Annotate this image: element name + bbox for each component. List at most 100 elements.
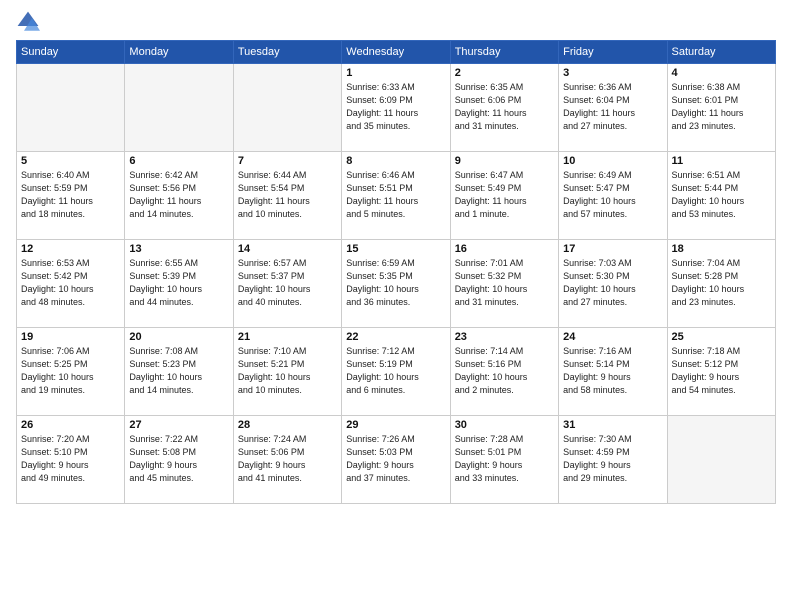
calendar-week-2: 5Sunrise: 6:40 AMSunset: 5:59 PMDaylight… (17, 152, 776, 240)
calendar-cell: 4Sunrise: 6:38 AMSunset: 6:01 PMDaylight… (667, 64, 775, 152)
day-number: 18 (672, 243, 771, 255)
weekday-header-friday: Friday (559, 41, 667, 64)
calendar-week-5: 26 Sunrise: 7:20 AMSunset: 5:10 PMDayligh… (17, 416, 776, 504)
calendar-cell (17, 64, 125, 152)
day-number: 27 (129, 419, 228, 431)
day-info: Sunrise: 7:01 AMSunset: 5:32 PMDaylight:… (455, 257, 554, 309)
day-number: 9 (455, 155, 554, 167)
day-info: Sunrise: 6:46 AMSunset: 5:51 PMDaylight:… (346, 169, 445, 221)
day-number: 10 (563, 155, 662, 167)
calendar-week-1: 1Sunrise: 6:33 AMSunset: 6:09 PMDaylight… (17, 64, 776, 152)
day-number: 8 (346, 155, 445, 167)
day-number: 12 (21, 243, 120, 255)
main-container: SundayMondayTuesdayWednesdayThursdayFrid… (0, 0, 792, 510)
day-info: Sunrise: 7:18 AMSunset: 5:12 PMDaylight:… (672, 345, 771, 397)
calendar-cell: 12 Sunrise: 6:53 AMSunset: 5:42 PMDayligh… (17, 240, 125, 328)
day-info: Sunrise: 7:03 AMSunset: 5:30 PMDaylight:… (563, 257, 662, 309)
weekday-header-saturday: Saturday (667, 41, 775, 64)
calendar-cell: 31 Sunrise: 7:30 AMSunset: 4:59 PMDayligh… (559, 416, 667, 504)
day-info: Sunrise: 7:12 AMSunset: 5:19 PMDaylight:… (346, 345, 445, 397)
day-info: Sunrise: 6:47 AMSunset: 5:49 PMDaylight:… (455, 169, 554, 221)
weekday-header-wednesday: Wednesday (342, 41, 450, 64)
calendar-cell: 1Sunrise: 6:33 AMSunset: 6:09 PMDaylight… (342, 64, 450, 152)
day-number: 17 (563, 243, 662, 255)
day-number: 16 (455, 243, 554, 255)
day-info: Sunrise: 7:14 AMSunset: 5:16 PMDaylight:… (455, 345, 554, 397)
day-number: 23 (455, 331, 554, 343)
day-info: Sunrise: 6:51 AMSunset: 5:44 PMDaylight:… (672, 169, 771, 221)
day-info: Sunrise: 6:55 AMSunset: 5:39 PMDaylight:… (129, 257, 228, 309)
day-info: Sunrise: 7:26 AMSunset: 5:03 PMDaylight:… (346, 433, 445, 485)
calendar-cell: 21 Sunrise: 7:10 AMSunset: 5:21 PMDayligh… (233, 328, 341, 416)
day-number: 14 (238, 243, 337, 255)
calendar-cell: 30 Sunrise: 7:28 AMSunset: 5:01 PMDayligh… (450, 416, 558, 504)
day-number: 26 (21, 419, 120, 431)
day-number: 28 (238, 419, 337, 431)
day-number: 2 (455, 67, 554, 79)
day-number: 29 (346, 419, 445, 431)
day-info: Sunrise: 6:36 AMSunset: 6:04 PMDaylight:… (563, 81, 662, 133)
day-info: Sunrise: 7:28 AMSunset: 5:01 PMDaylight:… (455, 433, 554, 485)
day-info: Sunrise: 6:38 AMSunset: 6:01 PMDaylight:… (672, 81, 771, 133)
day-info: Sunrise: 6:53 AMSunset: 5:42 PMDaylight:… (21, 257, 120, 309)
day-info: Sunrise: 7:24 AMSunset: 5:06 PMDaylight:… (238, 433, 337, 485)
calendar-cell: 9 Sunrise: 6:47 AMSunset: 5:49 PMDaylight… (450, 152, 558, 240)
calendar-cell: 11 Sunrise: 6:51 AMSunset: 5:44 PMDayligh… (667, 152, 775, 240)
day-info: Sunrise: 7:30 AMSunset: 4:59 PMDaylight:… (563, 433, 662, 485)
day-number: 20 (129, 331, 228, 343)
day-info: Sunrise: 6:59 AMSunset: 5:35 PMDaylight:… (346, 257, 445, 309)
weekday-header-tuesday: Tuesday (233, 41, 341, 64)
calendar-cell: 18 Sunrise: 7:04 AMSunset: 5:28 PMDayligh… (667, 240, 775, 328)
calendar-cell: 25 Sunrise: 7:18 AMSunset: 5:12 PMDayligh… (667, 328, 775, 416)
calendar-cell (233, 64, 341, 152)
calendar-cell: 24Sunrise: 7:16 AMSunset: 5:14 PMDayligh… (559, 328, 667, 416)
day-number: 19 (21, 331, 120, 343)
day-info: Sunrise: 7:08 AMSunset: 5:23 PMDaylight:… (129, 345, 228, 397)
calendar-week-3: 12 Sunrise: 6:53 AMSunset: 5:42 PMDayligh… (17, 240, 776, 328)
day-info: Sunrise: 6:49 AMSunset: 5:47 PMDaylight:… (563, 169, 662, 221)
day-number: 15 (346, 243, 445, 255)
weekday-header-thursday: Thursday (450, 41, 558, 64)
calendar-week-4: 19 Sunrise: 7:06 AMSunset: 5:25 PMDayligh… (17, 328, 776, 416)
day-info: Sunrise: 7:06 AMSunset: 5:25 PMDaylight:… (21, 345, 120, 397)
calendar-cell: 13 Sunrise: 6:55 AMSunset: 5:39 PMDayligh… (125, 240, 233, 328)
calendar-cell: 23 Sunrise: 7:14 AMSunset: 5:16 PMDayligh… (450, 328, 558, 416)
day-number: 6 (129, 155, 228, 167)
calendar-cell: 5Sunrise: 6:40 AMSunset: 5:59 PMDaylight… (17, 152, 125, 240)
day-number: 30 (455, 419, 554, 431)
calendar-cell: 17 Sunrise: 7:03 AMSunset: 5:30 PMDayligh… (559, 240, 667, 328)
day-number: 13 (129, 243, 228, 255)
day-number: 25 (672, 331, 771, 343)
calendar-cell: 10 Sunrise: 6:49 AMSunset: 5:47 PMDayligh… (559, 152, 667, 240)
calendar-cell: 20 Sunrise: 7:08 AMSunset: 5:23 PMDayligh… (125, 328, 233, 416)
day-info: Sunrise: 6:40 AMSunset: 5:59 PMDaylight:… (21, 169, 120, 221)
header (16, 10, 776, 34)
calendar-cell: 19 Sunrise: 7:06 AMSunset: 5:25 PMDayligh… (17, 328, 125, 416)
logo-icon (16, 10, 40, 34)
day-info: Sunrise: 7:04 AMSunset: 5:28 PMDaylight:… (672, 257, 771, 309)
day-info: Sunrise: 6:57 AMSunset: 5:37 PMDaylight:… (238, 257, 337, 309)
day-number: 21 (238, 331, 337, 343)
day-info: Sunrise: 6:44 AMSunset: 5:54 PMDaylight:… (238, 169, 337, 221)
calendar-cell: 7 Sunrise: 6:44 AMSunset: 5:54 PMDaylight… (233, 152, 341, 240)
day-number: 11 (672, 155, 771, 167)
calendar-cell: 2Sunrise: 6:35 AMSunset: 6:06 PMDaylight… (450, 64, 558, 152)
weekday-header-sunday: Sunday (17, 41, 125, 64)
calendar-cell (667, 416, 775, 504)
logo (16, 10, 44, 34)
calendar-cell: 15 Sunrise: 6:59 AMSunset: 5:35 PMDayligh… (342, 240, 450, 328)
day-number: 31 (563, 419, 662, 431)
calendar-cell: 6 Sunrise: 6:42 AMSunset: 5:56 PMDaylight… (125, 152, 233, 240)
calendar-cell: 8 Sunrise: 6:46 AMSunset: 5:51 PMDaylight… (342, 152, 450, 240)
day-number: 24 (563, 331, 662, 343)
day-number: 22 (346, 331, 445, 343)
calendar-cell: 3 Sunrise: 6:36 AMSunset: 6:04 PMDaylight… (559, 64, 667, 152)
calendar-cell: 27Sunrise: 7:22 AMSunset: 5:08 PMDayligh… (125, 416, 233, 504)
day-info: Sunrise: 6:33 AMSunset: 6:09 PMDaylight:… (346, 81, 445, 133)
day-info: Sunrise: 7:20 AMSunset: 5:10 PMDaylight:… (21, 433, 120, 485)
day-number: 3 (563, 67, 662, 79)
day-info: Sunrise: 7:10 AMSunset: 5:21 PMDaylight:… (238, 345, 337, 397)
day-info: Sunrise: 6:42 AMSunset: 5:56 PMDaylight:… (129, 169, 228, 221)
day-number: 7 (238, 155, 337, 167)
weekday-header-monday: Monday (125, 41, 233, 64)
